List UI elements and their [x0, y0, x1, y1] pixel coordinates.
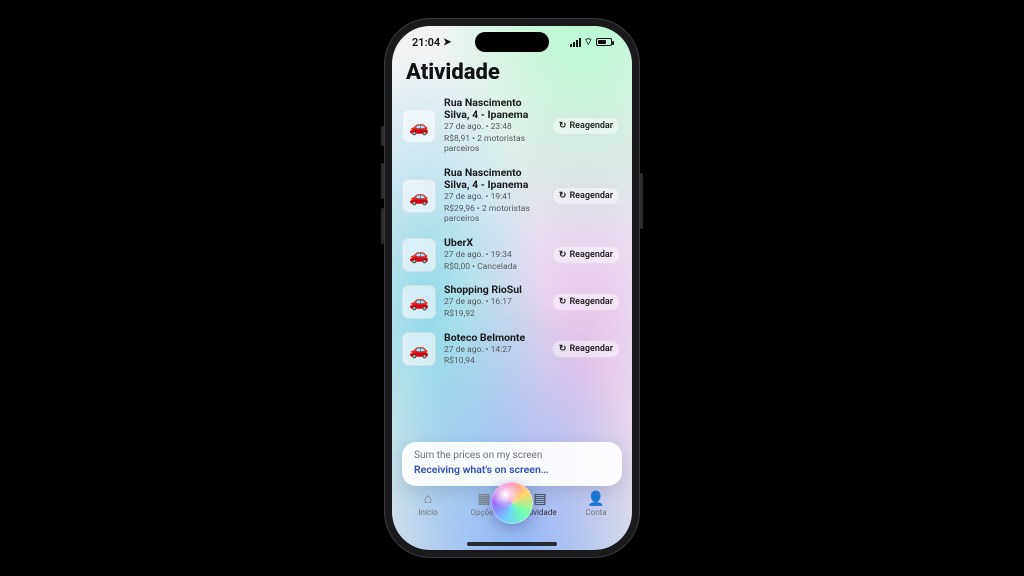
car-icon: 🚗	[402, 285, 436, 319]
activity-meta: 27 de ago. • 16:17	[444, 297, 544, 308]
page-title: Atividade	[392, 56, 632, 91]
tab-label: Início	[418, 508, 437, 517]
activity-row[interactable]: 🚗 UberX 27 de ago. • 19:34 R$0,00 • Canc…	[402, 231, 622, 278]
tab-home[interactable]: ⌂ Início	[400, 492, 456, 517]
status-time: 21:04	[412, 36, 440, 49]
activity-row[interactable]: 🚗 Shopping RioSul 27 de ago. • 16:17 R$1…	[402, 278, 622, 325]
activity-title: Shopping RioSul	[444, 284, 544, 296]
phone-side-button	[640, 173, 643, 229]
rebook-label: Reagendar	[569, 297, 613, 307]
rebook-button[interactable]: ↻ Reagendar	[552, 117, 620, 135]
activity-meta: 27 de ago. • 19:34	[444, 250, 544, 261]
activity-meta: R$0,00 • Cancelada	[444, 262, 544, 273]
activity-info: Rua Nascimento Silva, 4 - Ipanema 27 de …	[444, 167, 544, 225]
rebook-label: Reagendar	[569, 191, 613, 201]
activity-meta: R$10,94	[444, 356, 544, 367]
activity-info: Rua Nascimento Silva, 4 - Ipanema 27 de …	[444, 97, 544, 155]
activity-row[interactable]: 🚗 Rua Nascimento Silva, 4 - Ipanema 27 d…	[402, 91, 622, 161]
location-icon: ➤	[443, 37, 451, 48]
activity-meta: 27 de ago. • 19:41	[444, 192, 544, 203]
car-icon: 🚗	[402, 332, 436, 366]
rebook-button[interactable]: ↻ Reagendar	[552, 340, 620, 358]
siri-orb[interactable]	[491, 482, 533, 524]
receipt-icon: ▤	[533, 492, 546, 506]
activity-info: Boteco Belmonte 27 de ago. • 14:27 R$10,…	[444, 332, 544, 367]
rebook-label: Reagendar	[569, 344, 613, 354]
home-icon: ⌂	[424, 492, 432, 506]
phone-side-button	[381, 208, 384, 244]
siri-panel[interactable]: Sum the prices on my screen Receiving wh…	[402, 442, 622, 486]
refresh-icon: ↻	[559, 344, 567, 354]
car-icon: 🚗	[402, 109, 436, 143]
refresh-icon: ↻	[559, 297, 567, 307]
activity-title: UberX	[444, 237, 544, 249]
activity-meta: 27 de ago. • 23:48	[444, 122, 544, 133]
rebook-label: Reagendar	[569, 250, 613, 260]
activity-meta: R$19,92	[444, 309, 544, 320]
activity-meta: 27 de ago. • 14:27	[444, 345, 544, 356]
dynamic-island	[475, 32, 549, 52]
car-icon: 🚗	[402, 238, 436, 272]
activity-list[interactable]: 🚗 Rua Nascimento Silva, 4 - Ipanema 27 d…	[392, 91, 632, 436]
battery-icon	[596, 38, 612, 46]
phone-screen: 21:04 ➤ ⌔ Atividade 🚗 Rua Nascimento Sil…	[392, 26, 632, 550]
activity-row[interactable]: 🚗 Boteco Belmonte 27 de ago. • 14:27 R$1…	[402, 326, 622, 373]
phone-side-button	[381, 163, 384, 199]
phone-frame: 21:04 ➤ ⌔ Atividade 🚗 Rua Nascimento Sil…	[384, 18, 640, 558]
grid-icon: ▦	[477, 492, 490, 506]
tab-bar: ⌂ Início ▦ Opções ▤ Atividade 👤 Conta	[392, 486, 632, 550]
siri-status: Receiving what's on screen…	[414, 463, 610, 476]
activity-title: Rua Nascimento Silva, 4 - Ipanema	[444, 167, 544, 191]
rebook-button[interactable]: ↻ Reagendar	[552, 246, 620, 264]
tab-account[interactable]: 👤 Conta	[568, 492, 624, 517]
refresh-icon: ↻	[559, 250, 567, 260]
activity-info: Shopping RioSul 27 de ago. • 16:17 R$19,…	[444, 284, 544, 319]
activity-meta: R$29,96 • 2 motoristas parceiros	[444, 204, 544, 225]
cellular-icon	[570, 38, 581, 47]
activity-info: UberX 27 de ago. • 19:34 R$0,00 • Cancel…	[444, 237, 544, 272]
wifi-icon: ⌔	[584, 36, 593, 49]
phone-side-button	[381, 126, 384, 146]
refresh-icon: ↻	[559, 121, 567, 131]
person-icon: 👤	[587, 492, 604, 506]
activity-row[interactable]: 🚗 Rua Nascimento Silva, 4 - Ipanema 27 d…	[402, 161, 622, 231]
siri-query: Sum the prices on my screen	[414, 450, 610, 461]
rebook-button[interactable]: ↻ Reagendar	[552, 187, 620, 205]
rebook-button[interactable]: ↻ Reagendar	[552, 293, 620, 311]
car-icon: 🚗	[402, 179, 436, 213]
activity-meta: R$8,91 • 2 motoristas parceiros	[444, 134, 544, 155]
rebook-label: Reagendar	[569, 121, 613, 131]
app-content: Atividade 🚗 Rua Nascimento Silva, 4 - Ip…	[392, 26, 632, 550]
home-indicator[interactable]	[467, 542, 557, 546]
refresh-icon: ↻	[559, 191, 567, 201]
tab-label: Conta	[585, 508, 606, 517]
activity-title: Boteco Belmonte	[444, 332, 544, 344]
activity-title: Rua Nascimento Silva, 4 - Ipanema	[444, 97, 544, 121]
